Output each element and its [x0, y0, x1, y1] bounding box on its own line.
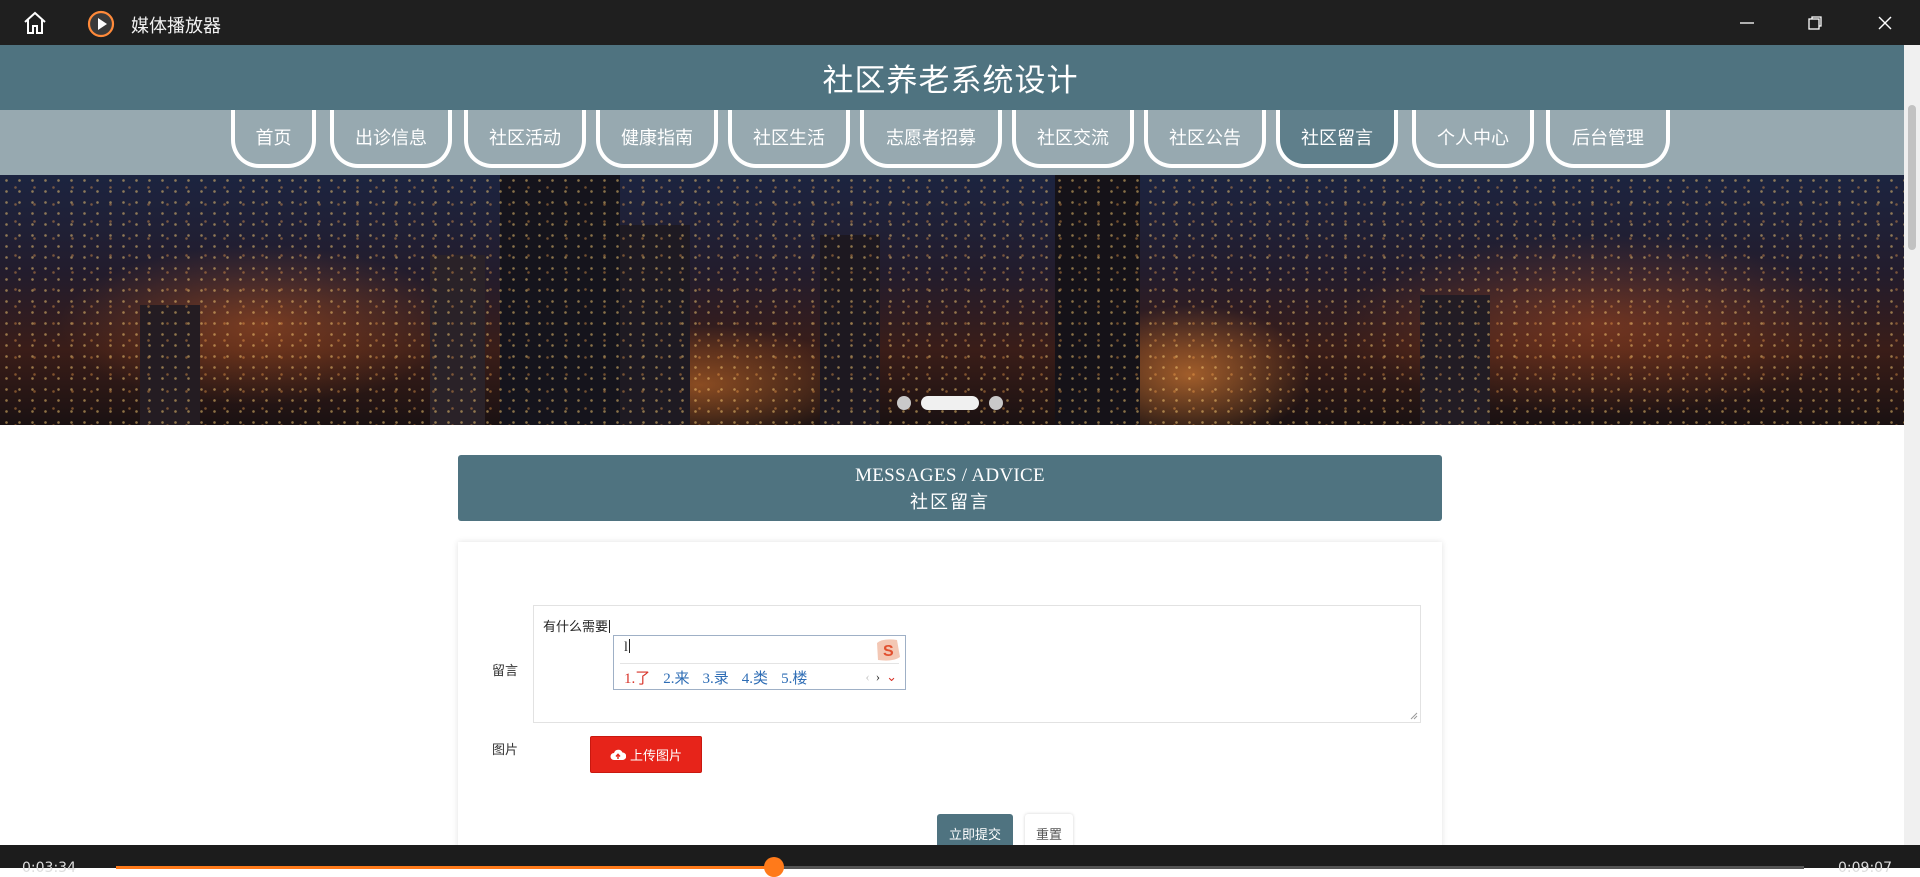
nav-item-home[interactable]: 首页 — [231, 110, 316, 168]
ime-composition: l — [624, 639, 630, 656]
ime-candidate[interactable]: 3.录 — [703, 667, 729, 688]
reset-button[interactable]: 重置 — [1025, 814, 1073, 845]
message-form: 留言 有什么需要 图片 上传图片 立即提交 重置 — [458, 542, 1442, 845]
ime-candidate[interactable]: 4.类 — [742, 667, 768, 688]
page-viewport: 社区养老系统设计 首页 出诊信息 社区活动 健康指南 社区生活 志愿者招募 社区… — [0, 45, 1904, 845]
nav-item-volunteer[interactable]: 志愿者招募 — [860, 110, 1002, 168]
window-titlebar: 媒体播放器 — [0, 0, 1920, 45]
section-title-en: MESSAGES / ADVICE — [855, 465, 1045, 486]
carousel-dot[interactable] — [989, 396, 1003, 410]
nav-item-label: 社区公告 — [1169, 128, 1241, 148]
close-icon[interactable] — [1862, 8, 1908, 38]
nav-item-label: 首页 — [255, 128, 292, 148]
carousel-dot-active[interactable] — [921, 396, 979, 410]
site-header: 社区养老系统设计 — [0, 45, 1904, 110]
carousel-indicators — [897, 396, 1003, 410]
resize-handle-icon[interactable] — [1410, 712, 1418, 720]
svg-text:S: S — [883, 643, 894, 660]
nav-item-label: 社区留言 — [1301, 128, 1373, 148]
message-value: 有什么需要 — [543, 619, 609, 634]
nav-item-label: 出诊信息 — [355, 128, 427, 148]
ime-candidate[interactable]: 1.了 — [624, 667, 650, 688]
main-nav: 首页 出诊信息 社区活动 健康指南 社区生活 志愿者招募 社区交流 社区公告 社… — [0, 110, 1904, 175]
site-title: 社区养老系统设计 — [822, 63, 1079, 99]
scrollbar-thumb[interactable] — [1908, 105, 1916, 250]
upload-image-button[interactable]: 上传图片 — [590, 736, 702, 773]
nav-item-label: 社区活动 — [489, 128, 561, 148]
nav-item-profile[interactable]: 个人中心 — [1412, 110, 1534, 168]
city-night-banner — [0, 175, 1904, 425]
nav-item-exchange[interactable]: 社区交流 — [1012, 110, 1134, 168]
page-scrollbar[interactable] — [1904, 45, 1920, 845]
sogou-s-icon: S — [877, 639, 900, 661]
play-icon — [87, 10, 115, 38]
minimize-icon[interactable] — [1724, 8, 1770, 38]
nav-item-health-guide[interactable]: 健康指南 — [596, 110, 718, 168]
carousel-dot[interactable] — [897, 396, 911, 410]
nav-item-label: 后台管理 — [1572, 128, 1644, 148]
submit-button[interactable]: 立即提交 — [937, 814, 1013, 845]
media-player-bar: 0:03:34 0:09:07 — [0, 845, 1920, 877]
section-title-cn: 社区留言 — [910, 492, 990, 512]
home-icon[interactable] — [22, 11, 48, 35]
nav-item-label: 个人中心 — [1437, 128, 1509, 148]
text-caret — [628, 639, 630, 653]
nav-item-messages[interactable]: 社区留言 — [1276, 110, 1398, 168]
cloud-upload-icon — [610, 749, 626, 760]
image-label: 图片 — [492, 742, 519, 757]
nav-item-label: 社区生活 — [753, 128, 825, 148]
section-heading: MESSAGES / ADVICE 社区留言 — [458, 455, 1442, 521]
elapsed-time: 0:03:34 — [22, 860, 76, 876]
message-label: 留言 — [492, 663, 519, 678]
nav-item-label: 社区交流 — [1037, 128, 1109, 148]
nav-item-label: 健康指南 — [621, 128, 693, 148]
nav-item-activities[interactable]: 社区活动 — [464, 110, 586, 168]
nav-item-label: 志愿者招募 — [886, 128, 976, 148]
window-title: 媒体播放器 — [131, 16, 221, 36]
chevron-down-icon[interactable]: ⌄ — [886, 669, 897, 685]
ime-candidate-popup: l S 1.了 2.来 3.录 4.类 5.楼 ‹ › ⌄ — [613, 635, 906, 690]
total-duration: 0:09:07 — [1838, 860, 1892, 876]
text-caret — [609, 620, 611, 633]
restore-icon[interactable] — [1792, 8, 1838, 38]
ime-candidate[interactable]: 5.楼 — [781, 667, 807, 688]
ime-candidate-list: 1.了 2.来 3.录 4.类 5.楼 — [624, 667, 807, 688]
chevron-left-icon[interactable]: ‹ — [865, 669, 869, 685]
nav-item-clinic[interactable]: 出诊信息 — [330, 110, 452, 168]
nav-item-notice[interactable]: 社区公告 — [1144, 110, 1266, 168]
nav-item-community-life[interactable]: 社区生活 — [728, 110, 850, 168]
chevron-right-icon[interactable]: › — [876, 669, 880, 685]
seek-handle[interactable] — [764, 857, 785, 877]
ime-composition-text: l — [624, 640, 628, 655]
nav-item-admin[interactable]: 后台管理 — [1546, 110, 1670, 168]
upload-button-label: 上传图片 — [629, 748, 682, 763]
ime-candidate[interactable]: 2.来 — [663, 667, 689, 688]
message-text: 有什么需要 — [543, 616, 611, 635]
